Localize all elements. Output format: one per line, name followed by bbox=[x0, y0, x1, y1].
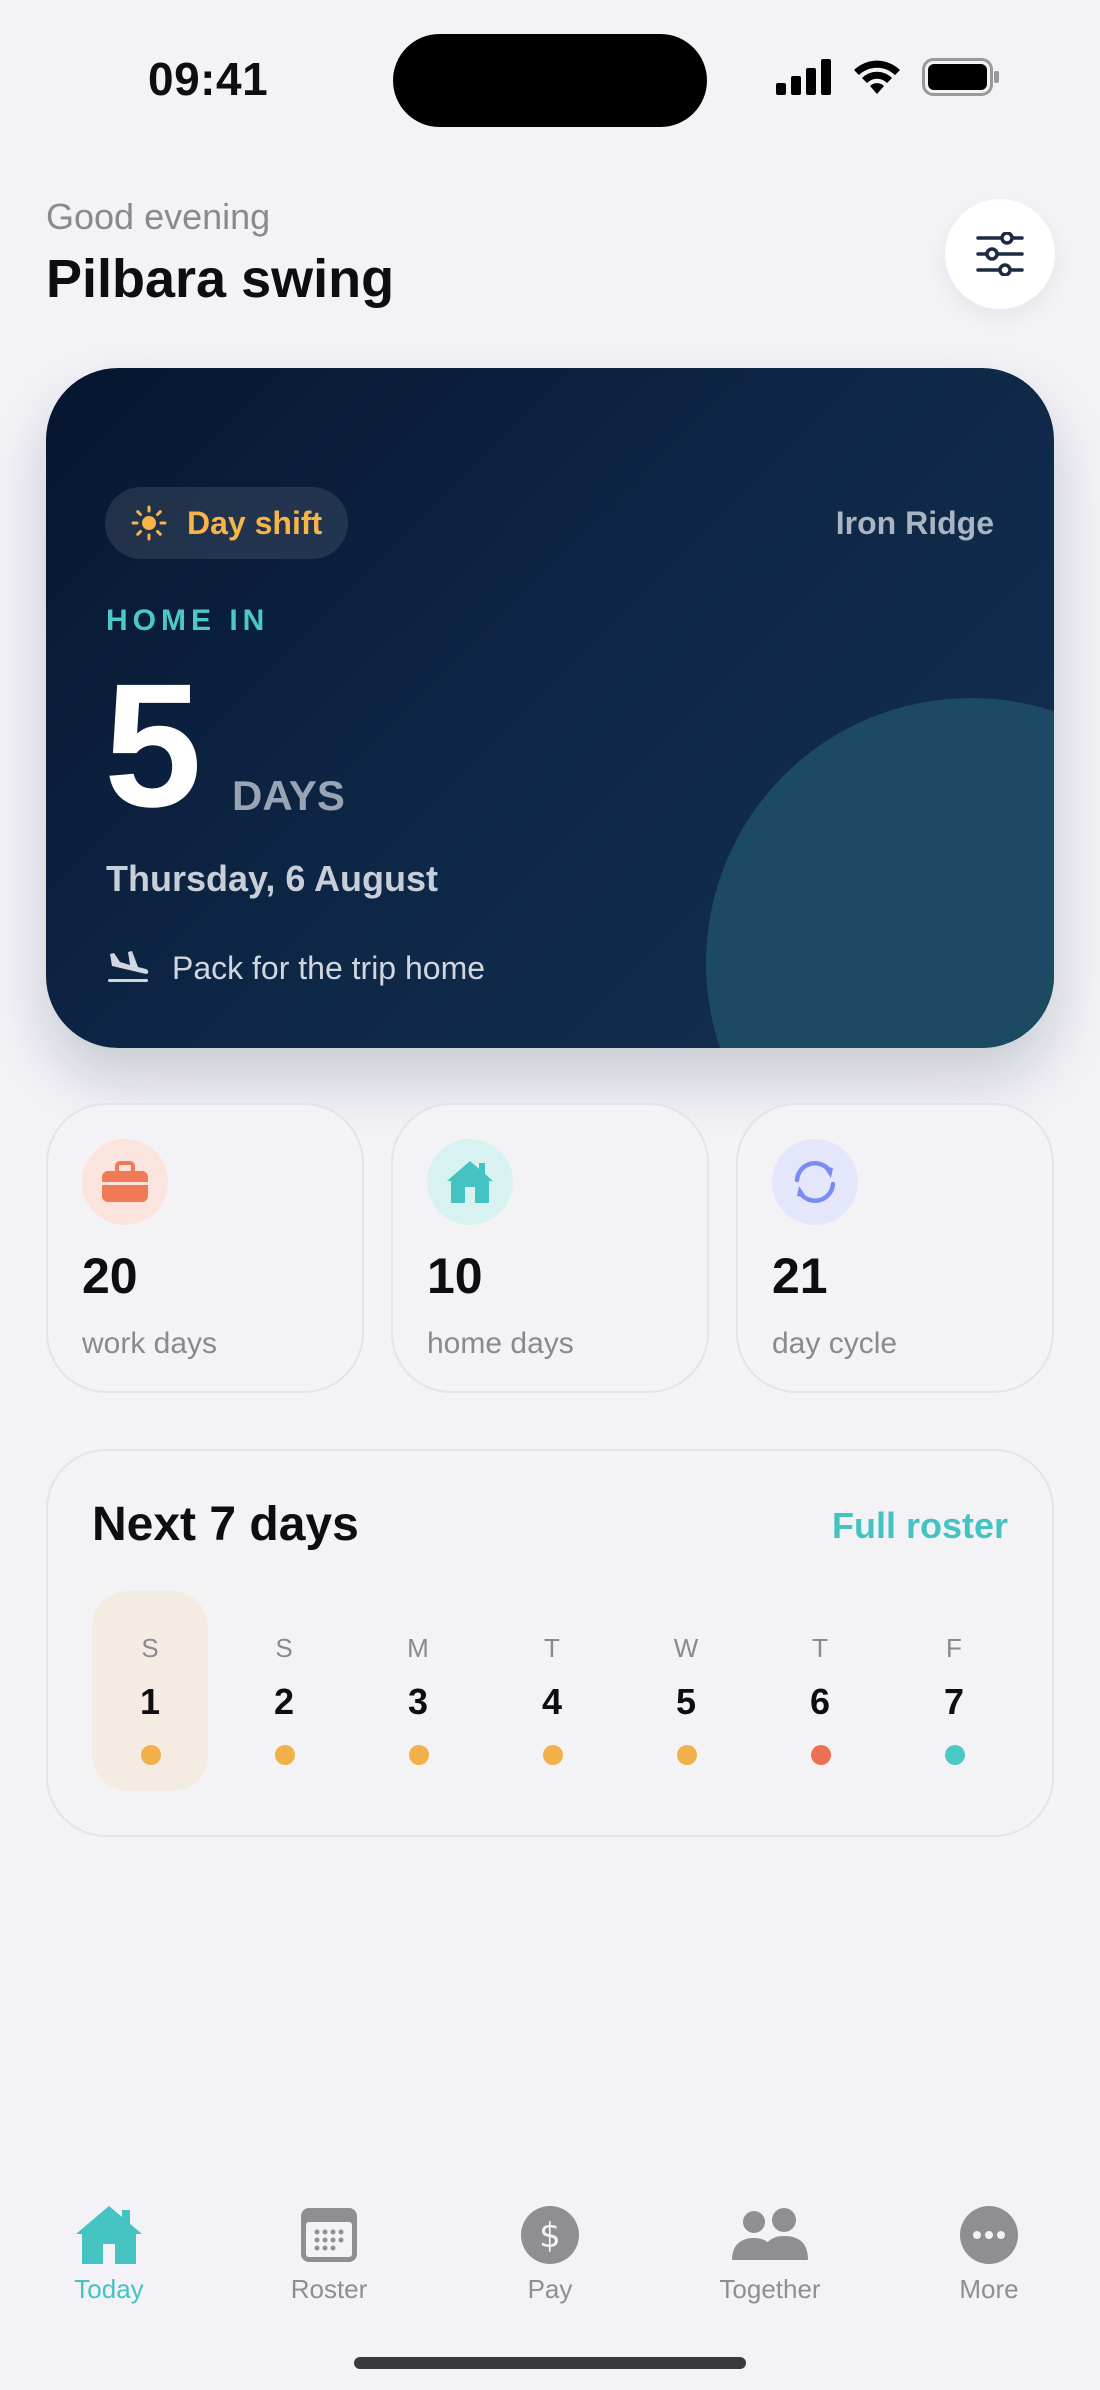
stat-value: 21 bbox=[772, 1248, 828, 1304]
stat-card-home-days[interactable]: 10 home days bbox=[391, 1103, 709, 1393]
status-bar: 09:41 bbox=[0, 0, 1100, 160]
days-unit: DAYS bbox=[232, 772, 345, 819]
day-letter: F bbox=[946, 1633, 962, 1663]
decorative-circle bbox=[706, 698, 1054, 1048]
stat-icon-bg bbox=[427, 1139, 513, 1225]
site-name: Iron Ridge bbox=[835, 505, 994, 541]
tab-more[interactable]: More bbox=[909, 2180, 1069, 2304]
day-number: 5 bbox=[675, 1681, 697, 1722]
people-icon bbox=[730, 2200, 810, 2270]
day-cell[interactable]: T 6 bbox=[762, 1591, 878, 1791]
sun-icon bbox=[131, 505, 167, 541]
shift-label: Day shift bbox=[187, 504, 323, 541]
day-letter: S bbox=[141, 1633, 159, 1663]
next-7-days-card: Next 7 days Full roster S 1 S 2 M 3 T 4 … bbox=[46, 1449, 1054, 1837]
tab-bar: Today Roster $ Pay Together More bbox=[0, 2180, 1100, 2330]
day-cell[interactable]: W 5 bbox=[628, 1591, 744, 1791]
greeting: Good evening bbox=[46, 196, 271, 237]
trip-note: Pack for the trip home bbox=[172, 950, 486, 986]
day-letter: M bbox=[407, 1633, 429, 1663]
full-roster-link[interactable]: Full roster bbox=[832, 1505, 1008, 1547]
days-row: S 1 S 2 M 3 T 4 W 5 T 6 F 7 bbox=[92, 1591, 1012, 1791]
dollar-icon: $ bbox=[510, 2200, 590, 2270]
tab-together[interactable]: Together bbox=[690, 2180, 850, 2304]
wifi-icon bbox=[854, 60, 900, 94]
status-icons bbox=[776, 58, 1000, 96]
plane-landing-icon bbox=[108, 951, 149, 982]
tab-label: Roster bbox=[290, 2274, 368, 2304]
calendar-icon bbox=[289, 2200, 369, 2270]
sliders-icon bbox=[976, 232, 1024, 276]
home-date: Thursday, 6 August bbox=[106, 858, 439, 899]
page-title: Pilbara swing bbox=[46, 249, 395, 309]
shift-dot bbox=[677, 1745, 697, 1765]
stat-label: day cycle bbox=[772, 1327, 898, 1360]
stat-card-work-days[interactable]: 20 work days bbox=[46, 1103, 364, 1393]
day-number: 3 bbox=[407, 1681, 429, 1722]
day-number: 6 bbox=[809, 1681, 831, 1722]
section-title: Next 7 days bbox=[92, 1498, 359, 1551]
shift-badge: Day shift bbox=[105, 487, 349, 559]
day-cell[interactable]: M 3 bbox=[360, 1591, 476, 1791]
home-indicator[interactable] bbox=[354, 2357, 746, 2369]
stat-label: home days bbox=[427, 1327, 574, 1360]
tab-label: Together bbox=[719, 2274, 821, 2304]
day-cell[interactable]: S 2 bbox=[226, 1591, 342, 1791]
house-icon bbox=[69, 2200, 149, 2270]
battery-icon bbox=[922, 58, 999, 96]
tab-today[interactable]: Today bbox=[29, 2180, 189, 2304]
day-number: 7 bbox=[943, 1681, 965, 1722]
settings-button[interactable] bbox=[945, 199, 1055, 309]
day-number: 1 bbox=[139, 1681, 161, 1722]
shift-dot bbox=[945, 1745, 965, 1765]
shift-dot bbox=[543, 1745, 563, 1765]
day-number: 4 bbox=[541, 1681, 563, 1722]
dynamic-island bbox=[393, 34, 707, 127]
day-letter: T bbox=[544, 1633, 560, 1663]
day-letter: W bbox=[673, 1633, 699, 1663]
signal-icon bbox=[776, 59, 831, 95]
tab-label: Today bbox=[74, 2274, 144, 2304]
day-cell[interactable]: T 4 bbox=[494, 1591, 610, 1791]
tab-roster[interactable]: Roster bbox=[249, 2180, 409, 2304]
stat-icon-bg bbox=[772, 1139, 858, 1225]
days-count: 5 bbox=[104, 648, 202, 844]
countdown-card[interactable]: Day shift Iron Ridge HOME IN 5 DAYS Thur… bbox=[46, 368, 1054, 1048]
briefcase-icon bbox=[102, 1161, 148, 1202]
day-number: 2 bbox=[273, 1681, 295, 1722]
shift-dot bbox=[141, 1745, 161, 1765]
day-letter: S bbox=[275, 1633, 293, 1663]
stat-icon-bg bbox=[82, 1139, 168, 1225]
tab-pay[interactable]: $ Pay bbox=[470, 2180, 630, 2304]
day-cell[interactable]: F 7 bbox=[896, 1591, 1012, 1791]
status-time: 09:41 bbox=[148, 53, 269, 105]
day-letter: T bbox=[812, 1633, 828, 1663]
stat-value: 10 bbox=[427, 1248, 483, 1304]
stat-card-day-cycle[interactable]: 21 day cycle bbox=[736, 1103, 1054, 1393]
stat-value: 20 bbox=[82, 1248, 138, 1304]
tab-label: More bbox=[959, 2274, 1019, 2304]
shift-dot bbox=[409, 1745, 429, 1765]
house-icon bbox=[447, 1161, 493, 1203]
day-cell-today[interactable]: S 1 bbox=[92, 1591, 208, 1791]
ellipsis-icon bbox=[949, 2200, 1029, 2270]
home-in-label: HOME IN bbox=[106, 604, 270, 637]
tab-label: Pay bbox=[527, 2274, 573, 2304]
shift-dot bbox=[811, 1745, 831, 1765]
shift-dot bbox=[275, 1745, 295, 1765]
stat-label: work days bbox=[82, 1327, 218, 1360]
svg-text:$: $ bbox=[539, 2216, 561, 2256]
cycle-icon bbox=[794, 1161, 836, 1203]
